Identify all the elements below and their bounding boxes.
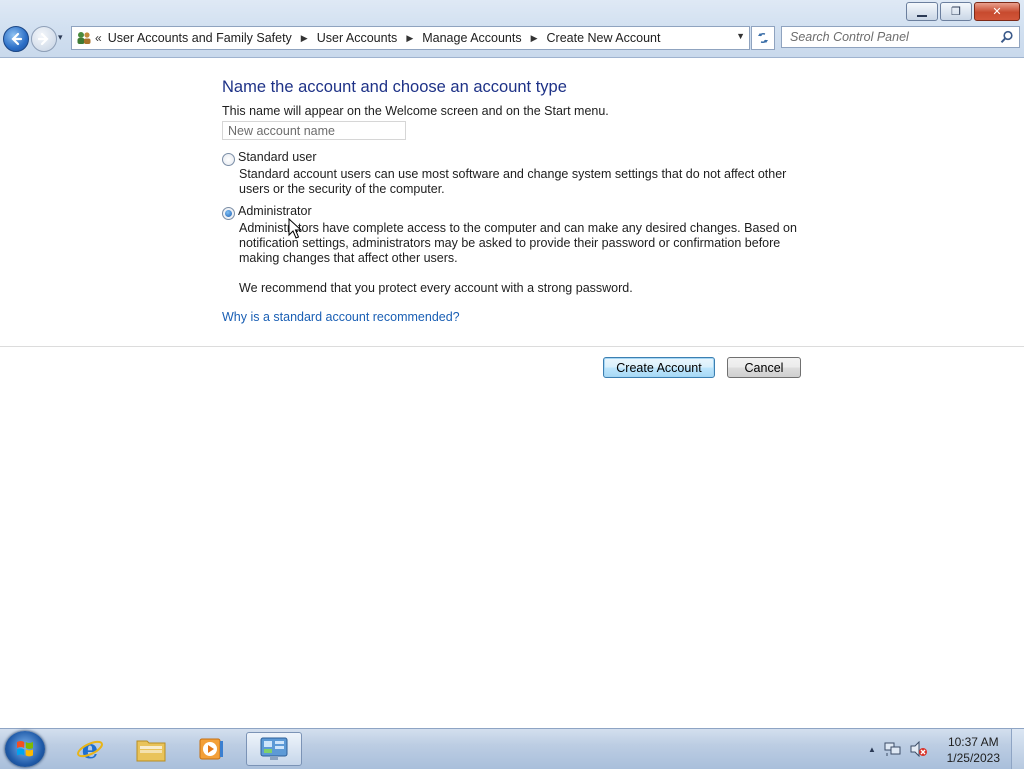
- refresh-button[interactable]: [751, 26, 775, 50]
- caption-buttons: ❐ ✕: [906, 2, 1020, 21]
- media-player-icon: [199, 738, 223, 760]
- search-box[interactable]: [781, 26, 1020, 48]
- administrator-radio[interactable]: [222, 207, 235, 220]
- address-dropdown-icon[interactable]: ▼: [736, 31, 745, 41]
- back-button[interactable]: [3, 26, 29, 52]
- page-title: Name the account and choose an account t…: [222, 78, 567, 96]
- standard-user-radio[interactable]: [222, 153, 235, 166]
- minimize-icon: [917, 12, 927, 17]
- password-recommendation: We recommend that you protect every acco…: [239, 281, 633, 295]
- taskbar: e ▲ 10:37 AM 1/25/2023: [0, 728, 1024, 769]
- volume-muted-icon[interactable]: [910, 741, 928, 757]
- address-bar[interactable]: « User Accounts and Family Safety ▶ User…: [71, 26, 750, 50]
- taskbar-internet-explorer[interactable]: e: [62, 732, 118, 766]
- create-account-button[interactable]: Create Account: [603, 357, 715, 378]
- network-icon[interactable]: [884, 741, 902, 757]
- breadcrumb-separator-icon[interactable]: ▶: [406, 33, 413, 44]
- internet-explorer-icon: e: [77, 735, 103, 764]
- show-desktop-button[interactable]: [1011, 729, 1024, 769]
- breadcrumb-user-accounts[interactable]: User Accounts: [317, 31, 398, 45]
- clock[interactable]: 10:37 AM 1/25/2023: [947, 734, 1000, 766]
- account-name-input[interactable]: [222, 121, 406, 140]
- minimize-button[interactable]: [906, 2, 938, 21]
- recent-pages-dropdown[interactable]: ▾: [58, 32, 63, 43]
- maximize-button[interactable]: ❐: [940, 2, 972, 21]
- forward-arrow-icon: [37, 32, 49, 46]
- address-overflow-chevron[interactable]: «: [95, 31, 102, 45]
- refresh-icon: [758, 33, 768, 43]
- breadcrumb-create-new-account[interactable]: Create New Account: [547, 31, 661, 45]
- breadcrumb-manage-accounts[interactable]: Manage Accounts: [422, 31, 521, 45]
- window-chrome: ❐ ✕ ▾ « User Accounts and Family Safety …: [0, 0, 1024, 58]
- administrator-label[interactable]: Administrator: [238, 204, 312, 218]
- divider: [0, 346, 1024, 347]
- taskbar-windows-explorer[interactable]: [123, 732, 179, 766]
- forward-button[interactable]: [31, 26, 57, 52]
- administrator-description: Administrators have complete access to t…: [239, 221, 797, 265]
- system-tray: ▲: [868, 741, 928, 757]
- clock-date: 1/25/2023: [946, 751, 1000, 765]
- breadcrumb-separator-icon[interactable]: ▶: [531, 33, 538, 44]
- taskbar-media-player[interactable]: [183, 732, 239, 766]
- cancel-button[interactable]: Cancel: [727, 357, 801, 378]
- folder-icon: [136, 740, 166, 762]
- clock-time: 10:37 AM: [947, 735, 999, 749]
- search-icon[interactable]: [1000, 30, 1014, 44]
- search-input[interactable]: [782, 27, 1000, 47]
- close-button[interactable]: ✕: [974, 2, 1020, 21]
- svg-text:e: e: [82, 735, 99, 764]
- mouse-cursor-icon: [288, 218, 302, 239]
- show-hidden-icons-button[interactable]: ▲: [868, 745, 876, 754]
- standard-user-description: Standard account users can use most soft…: [239, 167, 787, 196]
- start-button[interactable]: [5, 731, 45, 767]
- breadcrumb-user-accounts-family-safety[interactable]: User Accounts and Family Safety: [108, 31, 292, 45]
- taskbar-control-panel[interactable]: [246, 732, 302, 766]
- standard-account-help-link[interactable]: Why is a standard account recommended?: [222, 310, 460, 324]
- standard-user-label[interactable]: Standard user: [238, 150, 317, 164]
- control-panel-icon: [260, 737, 288, 760]
- user-accounts-icon: [76, 30, 92, 46]
- breadcrumb-separator-icon[interactable]: ▶: [301, 33, 308, 44]
- page-subtitle: This name will appear on the Welcome scr…: [222, 104, 609, 118]
- windows-logo-icon: [17, 741, 33, 757]
- back-arrow-icon: [11, 32, 23, 46]
